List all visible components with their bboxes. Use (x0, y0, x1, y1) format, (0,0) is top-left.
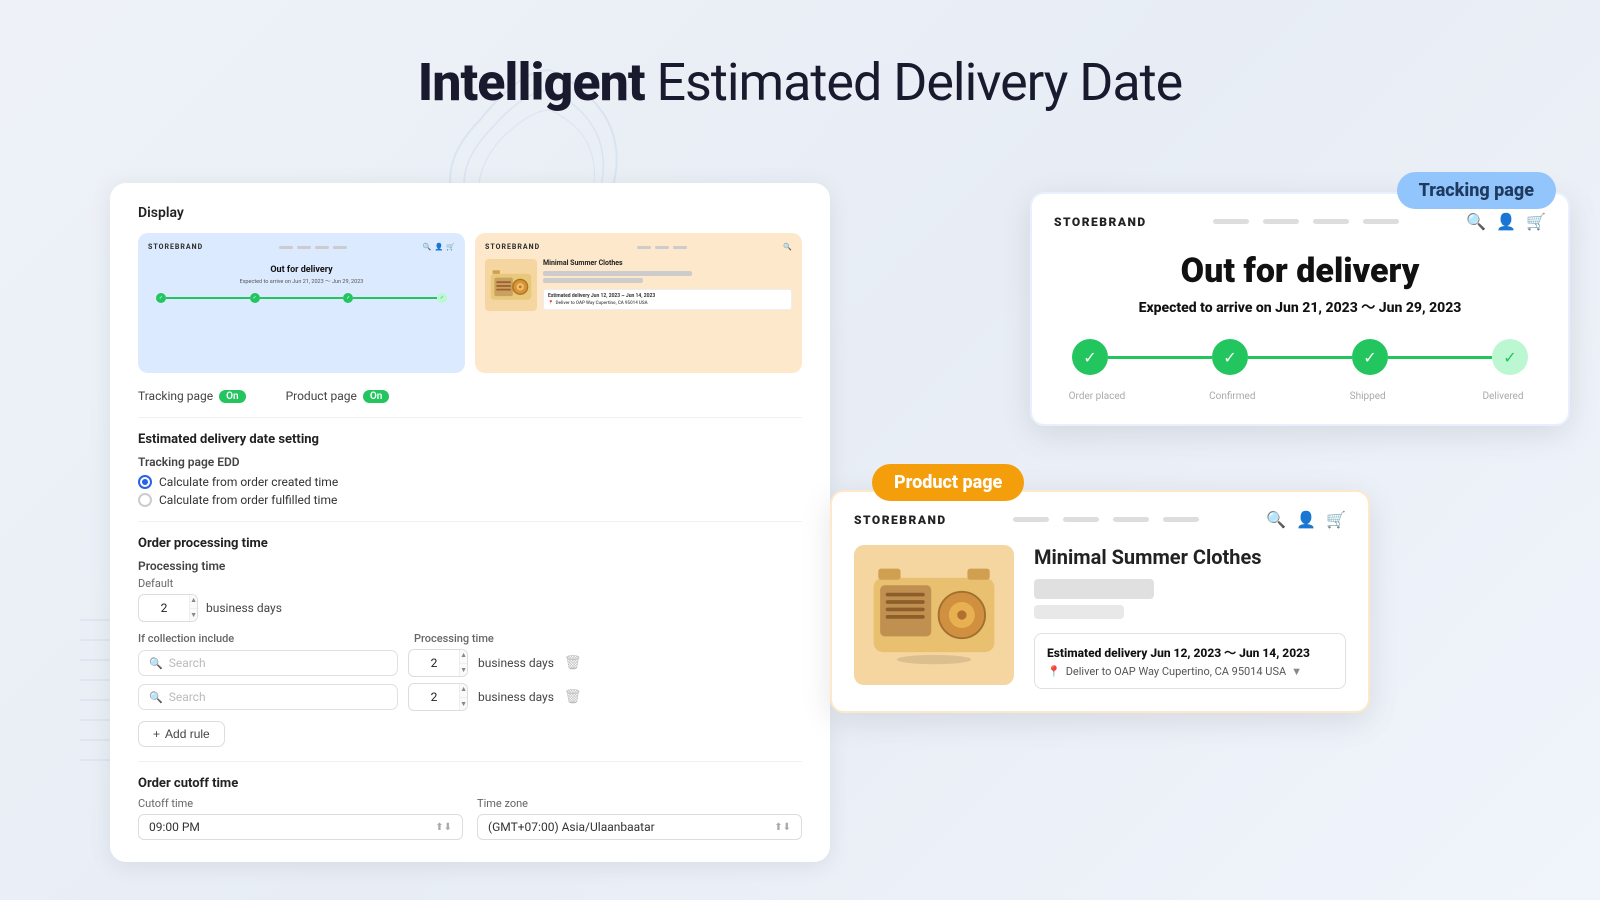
spinner-up-1[interactable]: ▲ (460, 649, 467, 664)
cart-icon-tp: 🛒 (1526, 212, 1546, 231)
product-info: Minimal Summer Clothes Estimated deliver… (1034, 545, 1346, 689)
delivery-estimate-box: Estimated delivery Jun 12, 2023 ～ Jun 14… (1034, 633, 1346, 689)
tracking-subtitle: Expected to arrive on Jun 21, 2023 ～ Jun… (1054, 297, 1546, 317)
step-3: ✓ (1352, 339, 1388, 375)
collection-search-1[interactable]: 🔍 Search (138, 650, 398, 676)
tracking-page-large-preview: Tracking page STOREBRAND 🔍 👤 🛒 Out for d… (1030, 192, 1570, 426)
tracking-small-preview: STOREBRAND 🔍 👤 🛒 Out for delivery Expect… (138, 233, 465, 373)
search-icon: 🔍 (149, 657, 163, 670)
default-label: Default (138, 577, 802, 590)
user-icon-tp: 👤 (1496, 212, 1516, 231)
cutoff-time-col: Cutoff time 09:00 PM ⬆⬇ (138, 797, 463, 840)
spinner-down[interactable]: ▼ (190, 609, 197, 623)
search-icon-tp: 🔍 (1466, 212, 1486, 231)
timezone-input[interactable]: (GMT+07:00) Asia/Ulaanbaatar ⬆⬇ (477, 814, 802, 840)
product-title: Minimal Summer Clothes (1034, 545, 1346, 569)
add-rule-button[interactable]: + Add rule (138, 721, 225, 747)
spinner-down-2[interactable]: ▼ (460, 698, 467, 712)
step-labels: Order placed Confirmed Shipped Delivered (1054, 391, 1546, 402)
page-title: Intelligent Estimated Delivery Date (0, 0, 1600, 113)
processing-time-label: Processing time (138, 559, 802, 573)
product-small-preview: STOREBRAND 🔍 (475, 233, 802, 373)
delete-rule-2[interactable]: 🗑 (564, 689, 582, 705)
tracking-main-title: Out for delivery (1054, 251, 1546, 291)
search-icon-2: 🔍 (149, 691, 163, 704)
processing-spinner-2[interactable]: 2 ▲ ▼ (408, 683, 468, 711)
step-1: ✓ (1072, 339, 1108, 375)
plus-icon: + (153, 727, 160, 741)
cutoff-time-input[interactable]: 09:00 PM ⬆⬇ (138, 814, 463, 840)
tracking-page-edd-label: Tracking page EDD (138, 455, 802, 469)
collection-header: If collection include (138, 632, 398, 645)
collection-rule-row-2: 🔍 Search 2 ▲ ▼ business days 🗑 (138, 683, 802, 711)
tracking-toggle-row: Tracking page On (138, 389, 246, 403)
tracking-page-bubble: Tracking page (1397, 172, 1556, 209)
radio-created-time[interactable]: Calculate from order created time (138, 475, 802, 489)
variant-bar (1034, 605, 1124, 619)
tracking-toggle-badge[interactable]: On (219, 390, 245, 403)
timezone-col: Time zone (GMT+07:00) Asia/Ulaanbaatar ⬆… (477, 797, 802, 840)
cutoff-section-title: Order cutoff time (138, 776, 802, 791)
display-section-title: Display (138, 205, 802, 221)
edd-section-title: Estimated delivery date setting (138, 432, 802, 447)
spinner-up[interactable]: ▲ (190, 594, 197, 609)
product-content: Minimal Summer Clothes Estimated deliver… (854, 545, 1346, 689)
spinner-down-1[interactable]: ▼ (460, 664, 467, 678)
processing-time-header: Processing time (414, 632, 494, 645)
product-page-large-preview: Product page STOREBRAND 🔍 👤 🛒 (830, 490, 1370, 713)
search-icon-pp: 🔍 (1266, 510, 1286, 529)
default-days-spinner[interactable]: 2 ▲ ▼ (138, 594, 198, 622)
product-page-bubble: Product page (872, 464, 1024, 501)
preview-panels: STOREBRAND 🔍 👤 🛒 Out for delivery Expect… (138, 233, 802, 373)
product-toggle-badge[interactable]: On (363, 390, 389, 403)
cart-icon-pp: 🛒 (1326, 510, 1346, 529)
product-toggle-row: Product page On (286, 389, 390, 403)
collection-rule-row-1: 🔍 Search 2 ▲ ▼ business days 🗑 (138, 649, 802, 677)
delete-rule-1[interactable]: 🗑 (564, 655, 582, 671)
tracking-progress: ✓ ✓ ✓ ✓ (1054, 339, 1546, 375)
location-pin-icon: 📍 (1047, 665, 1061, 678)
settings-card: Display STOREBRAND 🔍 👤 🛒 Out for d (110, 183, 830, 862)
product-image (854, 545, 1014, 685)
collection-search-2[interactable]: 🔍 Search (138, 684, 398, 710)
order-processing-title: Order processing time (138, 536, 802, 551)
spinner-up-2[interactable]: ▲ (460, 683, 467, 698)
step-4: ✓ (1492, 339, 1528, 375)
processing-spinner-1[interactable]: 2 ▲ ▼ (408, 649, 468, 677)
step-2: ✓ (1212, 339, 1248, 375)
price-bar (1034, 579, 1154, 599)
radio-fulfilled-time[interactable]: Calculate from order fulfilled time (138, 493, 802, 507)
user-icon-pp: 👤 (1296, 510, 1316, 529)
